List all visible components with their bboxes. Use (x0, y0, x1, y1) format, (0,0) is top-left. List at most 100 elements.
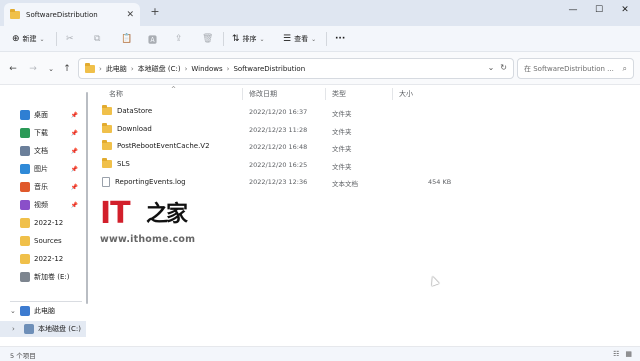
sidebar-item-label: 新加卷 (E:) (34, 273, 70, 281)
column-date[interactable]: 修改日期 (249, 89, 277, 99)
sidebar-item[interactable]: 2022-12 (0, 215, 86, 231)
sidebar-item[interactable]: 新加卷 (E:) (0, 269, 86, 285)
sidebar-item-label: 文档 (34, 147, 48, 155)
breadcrumb-this-pc[interactable]: 此电脑 (106, 64, 127, 74)
pin-icon[interactable]: 📌 (71, 148, 78, 155)
column-type[interactable]: 类型 (332, 89, 346, 99)
maximize-button[interactable]: ☐ (586, 2, 612, 18)
file-type: 文件夹 (332, 162, 352, 171)
close-button[interactable]: ✕ (612, 2, 638, 18)
column-divider[interactable] (242, 88, 243, 100)
sidebar-item-icon (20, 272, 30, 282)
sort-button[interactable]: ⇅ 排序 ⌄ (232, 31, 265, 47)
folder-icon (102, 140, 112, 150)
view-icon: ☰ (283, 34, 292, 44)
pin-icon[interactable]: 📌 (71, 112, 78, 119)
plus-circle-icon: ⊕ (12, 34, 20, 44)
share-button[interactable]: ⇪ (175, 31, 183, 47)
sidebar-item[interactable]: 桌面 📌 (0, 107, 86, 123)
file-name: Download (117, 124, 152, 133)
breadcrumb-local-disk[interactable]: 本地磁盘 (C:) (138, 64, 181, 74)
view-button[interactable]: ☰ 查看 ⌄ (283, 31, 316, 47)
breadcrumb-windows[interactable]: Windows (191, 65, 222, 73)
sidebar-item[interactable]: 视频 📌 (0, 197, 86, 213)
minimize-button[interactable]: — (560, 2, 586, 18)
back-button[interactable]: ← (6, 62, 20, 76)
column-name[interactable]: 名称 ^ (109, 86, 176, 99)
address-tools: ⌄ ↻ (488, 63, 507, 72)
file-name-cell: ReportingEvents.log (102, 177, 186, 187)
sidebar-item[interactable]: Sources (0, 233, 86, 249)
folder-icon (10, 8, 20, 19)
tab-software-distribution[interactable]: SoftwareDistribution ✕ (4, 3, 140, 26)
cut-button[interactable]: ✂ (66, 31, 74, 47)
sort-icon: ⇅ (232, 34, 240, 44)
column-divider[interactable] (392, 88, 393, 100)
chevron-down-icon[interactable]: ⌄ (488, 63, 495, 72)
copy-button[interactable]: ⧉ (94, 31, 100, 47)
recent-locations-button[interactable]: ⌄ (44, 62, 58, 76)
chevron-down-icon[interactable]: ⌄ (10, 307, 16, 315)
divider (326, 32, 327, 46)
sidebar-item-local-disk[interactable]: › 本地磁盘 (C:) (0, 321, 86, 337)
search-input[interactable]: 在 SoftwareDistribution ... ⌕ (517, 58, 634, 79)
forward-button[interactable]: → (26, 62, 40, 76)
details-view-icon[interactable]: ☷ (613, 350, 619, 358)
new-label: 新建 (22, 35, 37, 43)
sidebar-item-this-pc[interactable]: ⌄ 此电脑 (0, 303, 86, 319)
divider (10, 301, 82, 302)
sidebar-item[interactable]: 音乐 📌 (0, 179, 86, 195)
text-file-icon (102, 177, 110, 187)
address-bar[interactable]: › 此电脑 › 本地磁盘 (C:) › Windows › SoftwareDi… (78, 58, 514, 79)
sidebar-item[interactable]: 图片 📌 (0, 161, 86, 177)
pin-icon[interactable]: 📌 (71, 166, 78, 173)
command-bar: ⊕ 新建 ⌄ ✂ ⧉ 📋 🅰 ⇪ 🗑 ⇅ 排序 ⌄ ☰ 查看 ⌄ ··· (0, 26, 640, 52)
sidebar-item[interactable]: 2022-12 (0, 251, 86, 267)
scissors-icon: ✂ (66, 34, 74, 44)
file-row[interactable]: PostRebootEventCache.V2 2022/12/20 16:48 文… (98, 138, 638, 155)
up-button[interactable]: ↑ (60, 62, 74, 76)
file-date: 2022/12/23 11:28 (249, 125, 308, 134)
file-row[interactable]: ReportingEvents.log 2022/12/23 12:36 文本文档 4… (98, 173, 638, 190)
file-name: PostRebootEventCache.V2 (117, 142, 210, 150)
column-size[interactable]: 大小 (399, 89, 413, 99)
breadcrumb-separator: › (99, 64, 102, 73)
sidebar-item-label: 图片 (34, 165, 48, 173)
tab-close-icon[interactable]: ✕ (126, 10, 134, 20)
delete-button[interactable]: 🗑 (202, 31, 213, 47)
paste-button[interactable]: 📋 (121, 31, 132, 47)
file-name: SLS (117, 159, 130, 168)
view-toggles: ☷ ▦ (613, 350, 632, 358)
new-tab-button[interactable]: + (148, 5, 162, 19)
file-date: 2022/12/20 16:37 (249, 108, 308, 116)
navigation-pane: 桌面 📌 下载 📌 文档 📌 图片 📌 音乐 📌 视频 📌 2022-12 Sources 2022-12 新… (0, 85, 88, 346)
refresh-icon[interactable]: ↻ (500, 63, 507, 72)
file-row[interactable]: SLS 2022/12/20 16:25 文件夹 (98, 156, 638, 173)
sidebar-scrollbar[interactable] (86, 92, 88, 304)
file-type: 文件夹 (332, 110, 352, 118)
file-row[interactable]: Download 2022/12/23 11:28 文件夹 (98, 121, 638, 138)
tiles-view-icon[interactable]: ▦ (625, 350, 632, 358)
pin-icon[interactable]: 📌 (71, 202, 78, 209)
column-divider[interactable] (325, 88, 326, 100)
divider (56, 32, 57, 46)
sidebar-item-label: Sources (34, 237, 62, 245)
search-icon: ⌕ (622, 63, 627, 73)
sidebar-item[interactable]: 下载 📌 (0, 125, 86, 141)
sidebar-item[interactable]: 文档 📌 (0, 143, 86, 159)
ithome-watermark: IT 之家 www.ithome.com (100, 199, 200, 249)
file-row[interactable]: DataStore 2022/12/20 16:37 文件夹 (98, 103, 638, 120)
search-placeholder: 在 SoftwareDistribution ... (524, 64, 614, 73)
chevron-right-icon[interactable]: › (12, 325, 15, 333)
more-button[interactable]: ··· (335, 31, 345, 47)
folder-icon (85, 62, 95, 73)
rename-button[interactable]: 🅰 (148, 31, 157, 47)
pin-icon[interactable]: 📌 (71, 184, 78, 191)
new-button[interactable]: ⊕ 新建 ⌄ (12, 31, 45, 47)
pin-icon[interactable]: 📌 (71, 130, 78, 137)
file-date: 2022/12/23 12:36 (249, 178, 308, 186)
breadcrumb-software-distribution[interactable]: SoftwareDistribution (233, 65, 305, 73)
sidebar-item-label: 视频 (34, 201, 48, 209)
sort-ascending-icon: ^ (171, 86, 177, 93)
file-name-cell: SLS (102, 157, 130, 168)
